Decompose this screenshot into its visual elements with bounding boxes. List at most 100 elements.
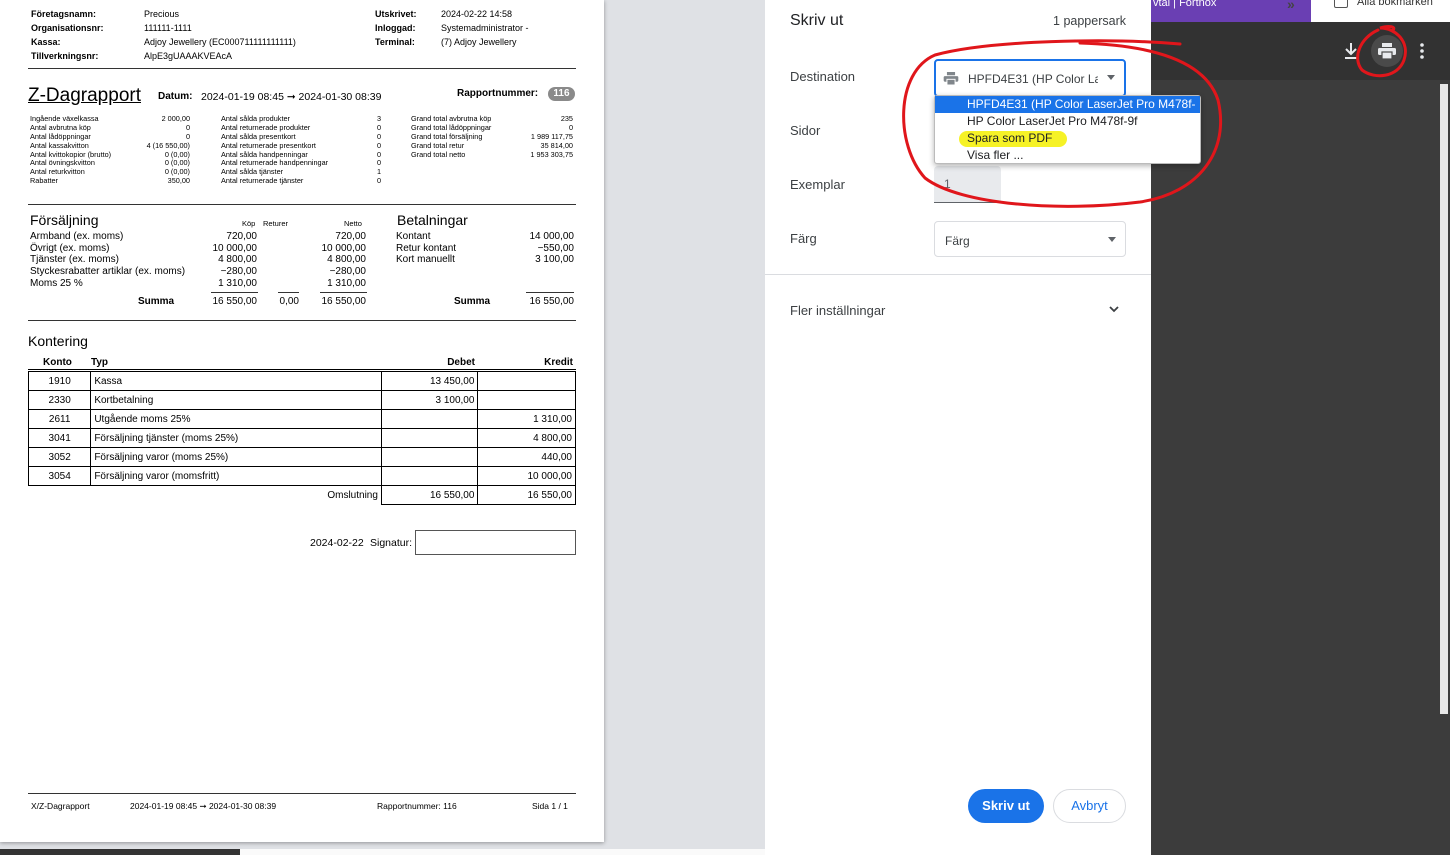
- konto-cell: 2611: [27, 409, 92, 429]
- info-label: Terminal:: [375, 37, 415, 47]
- omslutning-label: Omslutning: [327, 489, 378, 501]
- printer-icon: [943, 72, 959, 85]
- kontering-header-typ: Typ: [91, 357, 109, 368]
- sales-sum-kop: 16 550,00: [212, 296, 258, 307]
- print-info: Utskrivet: 2024-02-22 14:58 Inloggad: Syst…: [375, 9, 585, 51]
- print-submit-button[interactable]: Skriv ut: [968, 789, 1044, 823]
- dialog-title: Skriv ut: [790, 12, 844, 29]
- footer-period: 2024-01-19 08:45 ➞ 2024-01-30 08:39: [130, 801, 277, 811]
- destination-option[interactable]: Visa fler ...: [935, 147, 1200, 164]
- color-select[interactable]: Färg: [934, 221, 1126, 257]
- stat-value: 350,00: [167, 176, 190, 186]
- sales-row-label: Tjänster (ex. moms): [30, 254, 119, 266]
- table-row: 2330 Kortbetalning 3 100,00: [27, 390, 576, 410]
- sales-header-netto: Netto: [344, 219, 362, 228]
- divider: [28, 68, 576, 69]
- bookmarks-overflow-chevron[interactable]: »: [1287, 0, 1295, 12]
- datum-value: 2024-01-19 08:45 ➞ 2024-01-30 08:39: [201, 91, 382, 103]
- payments-sum-value: 16 550,00: [529, 296, 575, 307]
- omslutning-debet: 16 550,00: [380, 485, 479, 505]
- konto-cell: 3041: [27, 428, 92, 448]
- info-value: 2024-02-22 14:58: [441, 9, 513, 19]
- divider: [28, 204, 576, 205]
- destination-option[interactable]: HP Color LaserJet Pro M478f-9f: [935, 113, 1200, 130]
- table-row: 3054 Försäljning varor (momsfritt) 10 000,…: [27, 466, 576, 486]
- stat-value: 0: [376, 176, 381, 186]
- info-value: Adjoy Jewellery (EC000711111111111): [144, 37, 296, 47]
- cancel-button[interactable]: Avbryt: [1053, 789, 1126, 823]
- table-row: 3052 Försäljning varor (moms 25%) 440,00: [27, 447, 576, 467]
- kredit-cell: [477, 371, 576, 391]
- destination-option-save-pdf[interactable]: Spara som PDF: [935, 130, 1200, 147]
- payments-title: Betalningar: [397, 212, 468, 228]
- konto-cell: 3052: [27, 447, 92, 467]
- info-value: 111111-1111: [144, 23, 192, 33]
- payment-value: −550,00: [537, 242, 574, 254]
- destination-select[interactable]: HPFD4E31 (HP Color Las: [934, 59, 1126, 97]
- kredit-cell: 440,00: [477, 447, 576, 467]
- sales-row-kop: 4 800,00: [218, 254, 257, 266]
- more-settings-label[interactable]: Fler inställningar: [790, 303, 885, 318]
- sales-row: Moms 25 % 1 310,00 1 310,00: [30, 278, 366, 290]
- stats-column-2: Antal sålda produkter 3 Antal returnerade…: [221, 114, 381, 186]
- payment-value: 14 000,00: [529, 231, 575, 242]
- print-button[interactable]: [1371, 35, 1403, 67]
- kredit-cell: [477, 390, 576, 410]
- divider: [765, 274, 1151, 275]
- debet-cell: 13 450,00: [380, 371, 479, 391]
- konto-cell: 2330: [27, 390, 92, 410]
- sales-header-returer: Returer: [263, 219, 289, 228]
- payments-sum-label: Summa: [454, 296, 491, 307]
- kontering-header-konto: Konto: [43, 357, 72, 368]
- konto-cell: 1910: [27, 371, 92, 391]
- table-row: 1910 Kassa 13 450,00: [27, 371, 576, 391]
- chevron-down-icon[interactable]: [1109, 306, 1119, 313]
- bookmark-tab-label[interactable]: vtal | Fortnox: [1153, 0, 1216, 9]
- kontering-table: 1910 Kassa 13 450,00 2330 Kortbetalning 3 10…: [27, 371, 576, 505]
- payment-row: Retur kontant −550,00: [396, 243, 574, 255]
- kredit-cell: 4 800,00: [477, 428, 576, 448]
- download-icon[interactable]: [1343, 42, 1359, 60]
- signature-box: [415, 530, 576, 555]
- kontering-title: Kontering: [28, 333, 88, 349]
- sales-row-netto: −280,00: [329, 266, 366, 278]
- sales-row: Tjänster (ex. moms) 4 800,00 4 800,00: [30, 254, 366, 266]
- all-bookmarks-link[interactable]: Alla bokmärken: [1357, 0, 1433, 8]
- stat-label: Antal returnerade tjänster: [221, 176, 304, 186]
- more-vert-icon[interactable]: [1419, 43, 1425, 59]
- divider: [28, 320, 576, 321]
- copies-input[interactable]: 1: [934, 166, 1001, 203]
- sales-row-kop: −280,00: [220, 266, 257, 278]
- sum-line: [278, 292, 299, 293]
- signature-date: 2024-02-22: [310, 537, 364, 549]
- sum-line: [211, 292, 258, 293]
- sales-rows: Armband (ex. moms) 720,00 720,00 Övrigt (e…: [30, 231, 366, 289]
- bottom-edge: [0, 849, 240, 855]
- sales-row-netto: 720,00: [335, 231, 366, 242]
- kontering-header-kredit: Kredit: [544, 357, 573, 368]
- color-label: Färg: [790, 231, 817, 246]
- table-row: 2611 Utgående moms 25% 1 310,00: [27, 409, 576, 429]
- destination-value: HPFD4E31 (HP Color Las: [968, 72, 1098, 86]
- info-label: Inloggad:: [375, 23, 416, 33]
- copies-value: 1: [944, 177, 951, 191]
- info-value: Precious: [144, 9, 180, 19]
- scrollbar[interactable]: [1440, 84, 1448, 714]
- sales-row-label: Styckesrabatter artiklar (ex. moms): [30, 266, 186, 278]
- payment-label: Kort manuellt: [396, 254, 455, 266]
- destination-option[interactable]: HPFD4E31 (HP Color LaserJet Pro M478f-9f…: [935, 96, 1200, 128]
- destination-dropdown-menu: HPFD4E31 (HP Color LaserJet Pro M478f-9f…: [934, 95, 1201, 164]
- typ-cell: Försäljning varor (momsfritt): [90, 466, 382, 486]
- debet-cell: [380, 447, 479, 467]
- print-icon: [1378, 43, 1396, 59]
- pages-label: Sidor: [790, 123, 821, 138]
- sales-row-kop: 1 310,00: [218, 277, 257, 289]
- typ-cell: Kortbetalning: [90, 390, 382, 410]
- kontering-header-debet: Debet: [447, 357, 475, 368]
- destination-option-label: Spara som PDF: [967, 131, 1053, 145]
- payment-rows: Kontant 14 000,00 Retur kontant −550,00 Ko…: [396, 231, 574, 266]
- chevron-down-icon: [1107, 75, 1115, 80]
- datum-label: Datum:: [158, 91, 193, 102]
- payment-row: Kort manuellt 3 100,00: [396, 254, 574, 266]
- pdf-toolbar: [1151, 22, 1450, 80]
